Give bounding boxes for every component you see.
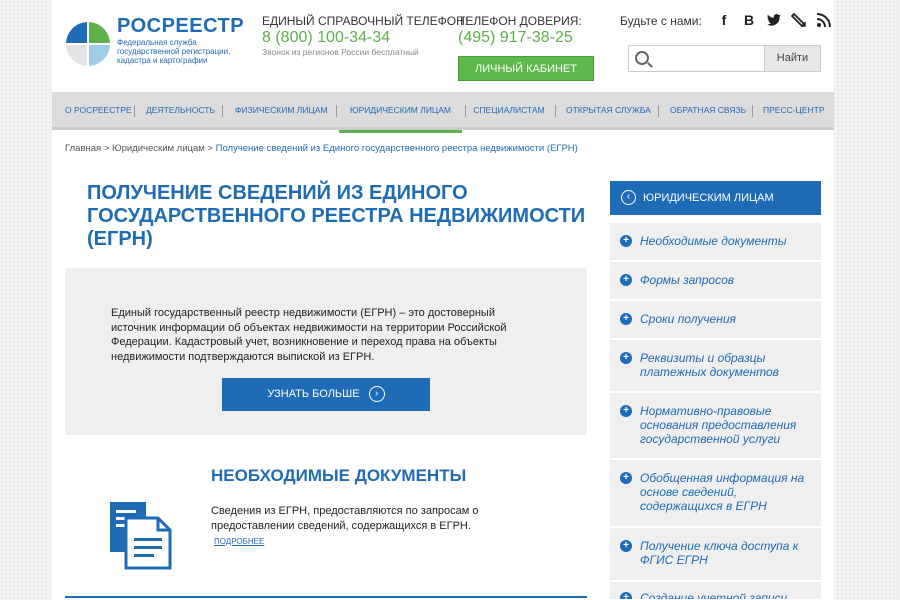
chevron-right-icon: › (368, 386, 385, 403)
intro-panel: Единый государственный реестр недвижимос… (65, 268, 587, 435)
sidebar-item-legal-basis[interactable]: + Нормативно-правовые основания предоста… (610, 393, 821, 459)
breadcrumb-separator: > (207, 143, 213, 154)
nav-item-specialists[interactable]: СПЕЦИАЛИСТАМ (473, 92, 545, 130)
sidebar-header[interactable]: ‹ ЮРИДИЧЕСКИМ ЛИЦАМ (610, 181, 821, 215)
more-details-link[interactable]: ПОДРОБНЕЕ (214, 537, 264, 546)
learn-more-button[interactable]: УЗНАТЬ БОЛЬШЕ › (222, 378, 430, 411)
plus-icon: + (620, 352, 632, 364)
nav-separator (658, 105, 659, 117)
chevron-left-icon: ‹ (621, 190, 636, 205)
personal-cabinet-button[interactable]: ЛИЧНЫЙ КАБИНЕТ (458, 56, 594, 81)
nav-item-legal-entities[interactable]: ЮРИДИЧЕСКИМ ЛИЦАМ (339, 92, 462, 133)
sidebar-item-label: Необходимые документы (640, 234, 787, 248)
nav-item-about[interactable]: О РОСРЕЕСТРЕ (65, 92, 132, 130)
rss-icon[interactable] (816, 12, 832, 28)
plus-icon: + (620, 472, 632, 484)
main-navigation: О РОСРЕЕСТРЕ ДЕЯТЕЛЬНОСТЬ ФИЗИЧЕСКИМ ЛИЦ… (52, 92, 834, 133)
sidebar-header-label: ЮРИДИЧЕСКИМ ЛИЦАМ (643, 192, 774, 204)
breadcrumb-current: Получение сведений из Единого государств… (215, 143, 578, 154)
plus-icon: + (620, 405, 632, 417)
sidebar-item-create-account[interactable]: + Создание учетной записи (610, 582, 821, 600)
page-title: ПОЛУЧЕНИЕ СВЕДЕНИЙ ИЗ ЕДИНОГО ГОСУДАРСТВ… (87, 182, 586, 250)
required-documents-title: НЕОБХОДИМЫЕ ДОКУМЕНТЫ (211, 466, 467, 485)
search-button[interactable]: Найти (764, 45, 821, 72)
nav-item-press-center[interactable]: ПРЕСС-ЦЕНТР (763, 92, 825, 130)
plus-icon: + (620, 540, 632, 552)
required-documents-text: Сведения из ЕГРН, предоставляются по зап… (211, 504, 511, 549)
breadcrumb-separator: > (103, 143, 110, 154)
social-links: f В (716, 12, 832, 28)
intro-text: Единый государственный реестр недвижимос… (111, 307, 507, 363)
livejournal-icon[interactable] (790, 12, 807, 28)
sidebar-item-summary-info[interactable]: + Обобщенная информация на основе сведен… (610, 460, 821, 527)
facebook-icon[interactable]: f (716, 12, 732, 28)
nav-separator (336, 105, 337, 117)
sidebar-item-label: Получение ключа доступа к ФГИС ЕГРН (640, 539, 799, 567)
nav-separator (555, 105, 556, 117)
twitter-icon[interactable] (766, 12, 782, 28)
search-icon (635, 51, 649, 65)
nav-separator (134, 105, 135, 117)
rosreestr-logo-icon[interactable] (65, 10, 111, 78)
nav-item-feedback[interactable]: ОБРАТНАЯ СВЯЗЬ (670, 92, 746, 130)
sidebar-item-access-key[interactable]: + Получение ключа доступа к ФГИС ЕГРН (610, 528, 821, 581)
sidebar-item-label: Формы запросов (640, 273, 735, 287)
search-input[interactable] (655, 48, 765, 69)
section-divider (65, 596, 587, 598)
logo-subtitle: Федеральная служба государственной регис… (117, 38, 231, 65)
social-label: Будьте с нами: (620, 14, 702, 28)
sidebar-item-processing-times[interactable]: + Сроки получения (610, 301, 821, 339)
breadcrumb-home[interactable]: Главная (65, 143, 101, 154)
breadcrumb-legal-entities[interactable]: Юридическим лицам (112, 143, 205, 154)
sidebar-item-required-documents[interactable]: + Необходимые документы (610, 223, 821, 261)
sidebar-item-label: Сроки получения (640, 312, 736, 326)
logo-title[interactable]: РОСРЕЕСТР (117, 15, 244, 38)
sidebar-item-label: Обобщенная информация на основе сведений… (640, 471, 805, 513)
plus-icon: + (620, 235, 632, 247)
nav-item-individuals[interactable]: ФИЗИЧЕСКИМ ЛИЦАМ (235, 92, 328, 130)
vk-icon[interactable]: В (741, 12, 757, 28)
hotline-note: Звонок из регионов России бесплатный (262, 47, 419, 57)
sidebar-item-label: Создание учетной записи (640, 591, 788, 600)
documents-icon (110, 502, 172, 570)
sidebar-item-label: Нормативно-правовые основания предоставл… (640, 404, 797, 446)
plus-icon: + (620, 313, 632, 325)
breadcrumb: Главная > Юридическим лицам > Получение … (65, 143, 578, 154)
sidebar-item-payment-details[interactable]: + Реквизиты и образцы платежных документ… (610, 340, 821, 392)
nav-item-activity[interactable]: ДЕЯТЕЛЬНОСТЬ (146, 92, 215, 130)
nav-separator (752, 105, 753, 117)
nav-separator (222, 105, 223, 117)
trust-phone-number[interactable]: (495) 917-38-25 (458, 29, 573, 47)
search-box: Найти (628, 45, 821, 72)
plus-icon: + (620, 274, 632, 286)
learn-more-label: УЗНАТЬ БОЛЬШЕ (267, 388, 360, 400)
nav-item-open-service[interactable]: ОТКРЫТАЯ СЛУЖБА (566, 92, 651, 130)
sidebar-item-label: Реквизиты и образцы платежных документов (640, 351, 779, 379)
plus-icon: + (620, 592, 632, 599)
required-documents-description: Сведения из ЕГРН, предоставляются по зап… (211, 505, 479, 532)
hotline-label: ЕДИНЫЙ СПРАВОЧНЫЙ ТЕЛЕФОН: (262, 14, 469, 28)
trust-phone-label: ТЕЛЕФОН ДОВЕРИЯ: (458, 14, 582, 28)
nav-separator (465, 105, 466, 117)
hotline-number[interactable]: 8 (800) 100-34-34 (262, 29, 390, 47)
sidebar-item-request-forms[interactable]: + Формы запросов (610, 262, 821, 300)
